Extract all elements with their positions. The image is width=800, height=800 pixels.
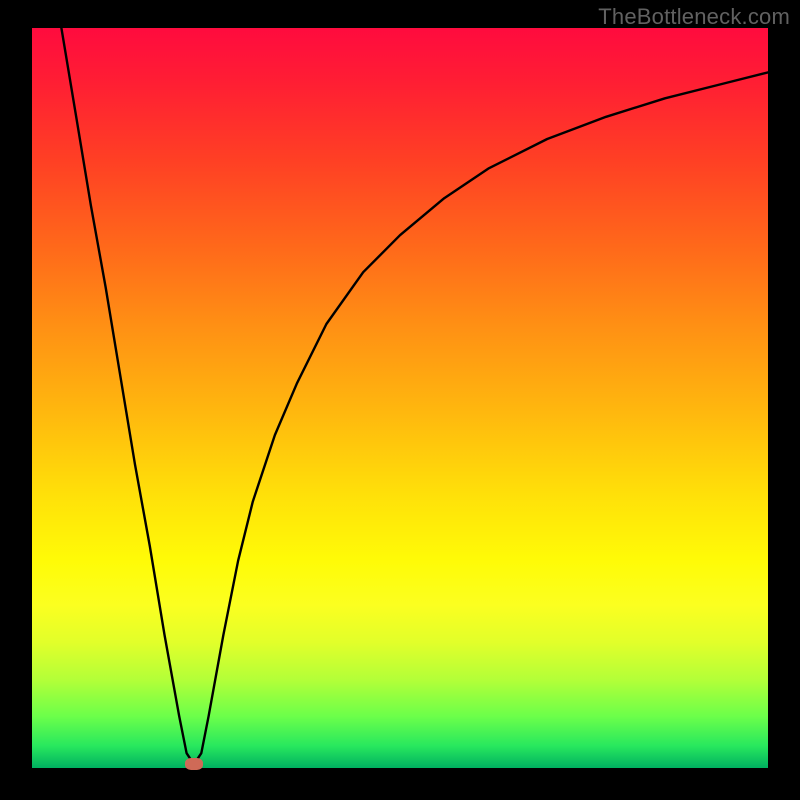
minimum-marker [185, 758, 203, 770]
watermark-text: TheBottleneck.com [598, 4, 790, 30]
curve-svg [32, 28, 768, 768]
bottleneck-curve [61, 28, 768, 764]
chart-frame: TheBottleneck.com [0, 0, 800, 800]
plot-area [32, 28, 768, 768]
